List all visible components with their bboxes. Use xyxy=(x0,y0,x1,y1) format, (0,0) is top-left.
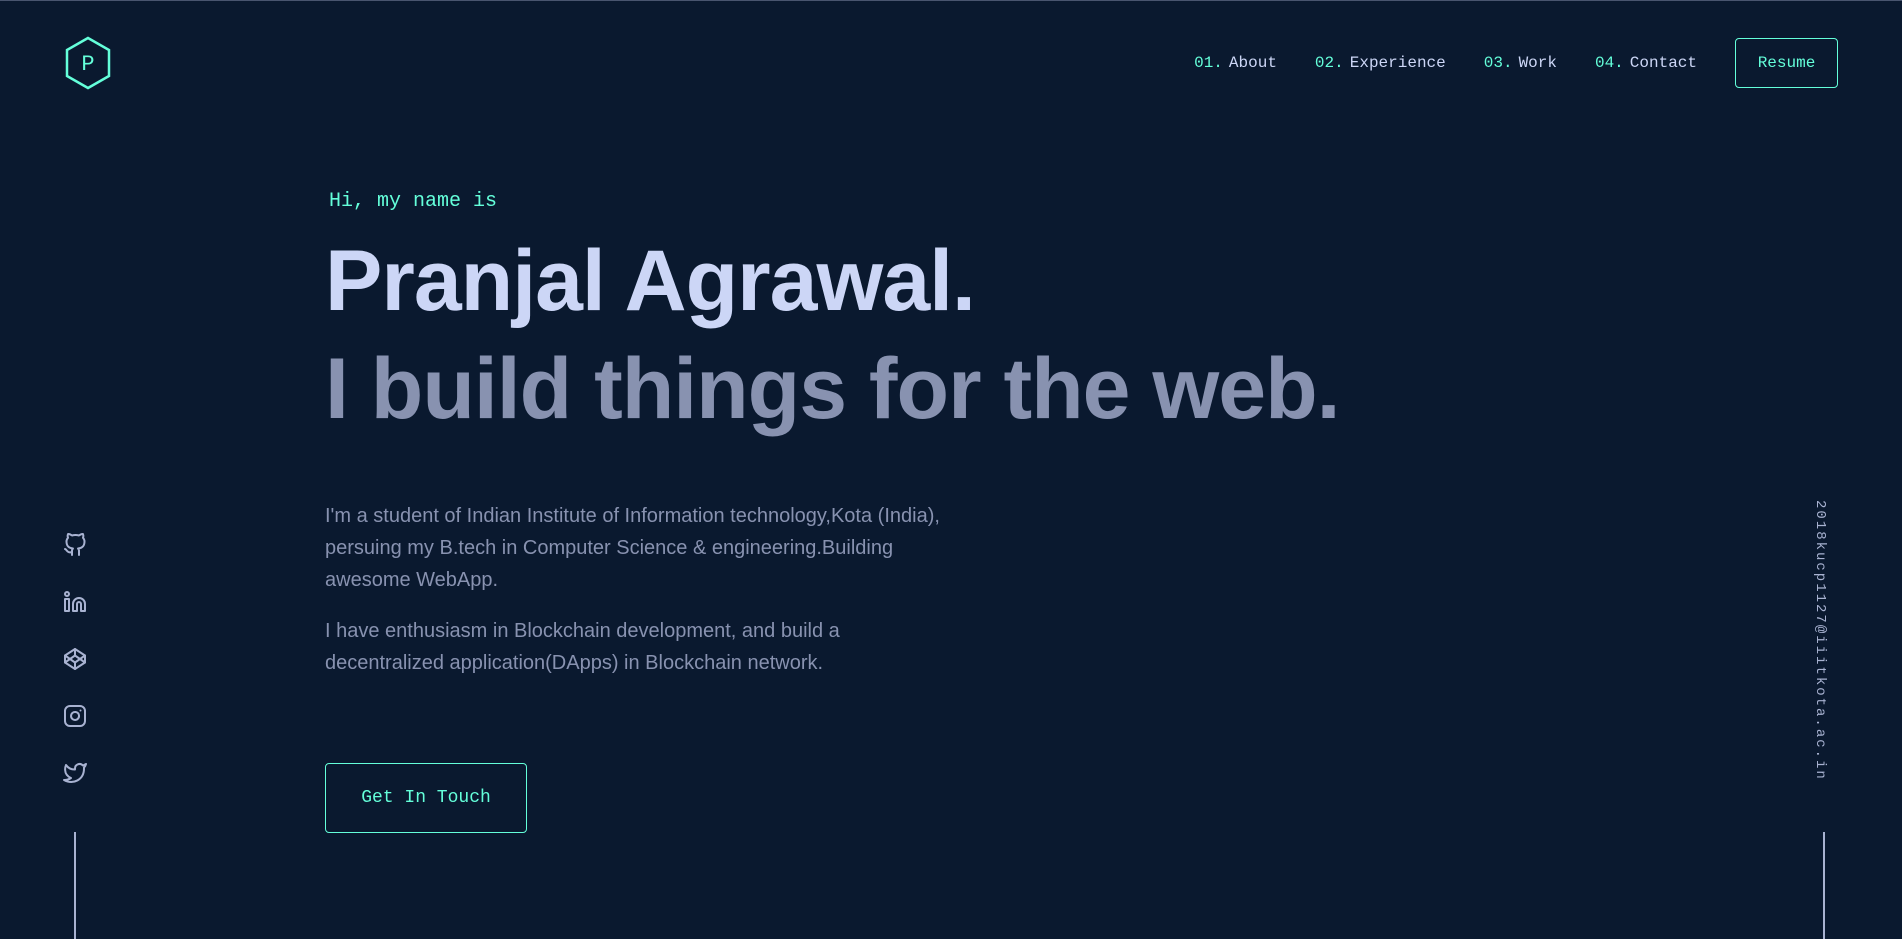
codepen-link[interactable] xyxy=(60,644,90,674)
nav-number: 01. xyxy=(1194,54,1223,72)
nav-label: Work xyxy=(1518,54,1557,72)
logo[interactable]: P xyxy=(64,36,112,90)
linkedin-icon xyxy=(64,591,86,612)
instagram-link[interactable] xyxy=(60,701,90,731)
nav-item-about[interactable]: 01. About xyxy=(1194,54,1277,72)
nav-label: Contact xyxy=(1629,54,1697,72)
hexagon-logo-icon: P xyxy=(65,36,111,90)
nav-number: 04. xyxy=(1594,54,1624,72)
twitter-icon xyxy=(63,763,87,783)
hero-bio: I'm a student of Indian Institute of Inf… xyxy=(325,500,945,698)
bio-paragraph: I have enthusiasm in Blockchain developm… xyxy=(325,620,840,674)
email-link[interactable]: 2018kucp1127@iiitkota.ac.in xyxy=(1812,500,1828,781)
instagram-icon xyxy=(64,705,86,727)
logo-letter: P xyxy=(81,52,94,77)
nav-item-work[interactable]: 03. Work xyxy=(1484,54,1557,72)
social-links xyxy=(60,530,90,815)
greeting: Hi, my name is xyxy=(329,190,498,213)
twitter-link[interactable] xyxy=(60,758,90,788)
top-border xyxy=(0,0,1902,1)
nav-item-contact[interactable]: 04. Contact xyxy=(1595,54,1697,72)
social-rail-line xyxy=(74,832,76,939)
nav-item-experience[interactable]: 02. Experience xyxy=(1315,54,1446,72)
github-link[interactable] xyxy=(60,530,90,560)
hero-name: Pranjal Agrawal. xyxy=(325,233,976,329)
nav-label: About xyxy=(1228,54,1277,72)
email-rail-line xyxy=(1823,832,1825,939)
nav-number: 03. xyxy=(1483,54,1513,72)
nav-number: 02. xyxy=(1314,54,1344,72)
get-in-touch-button[interactable]: Get In Touch xyxy=(325,763,527,833)
nav-label: Experience xyxy=(1349,54,1446,72)
hero-tagline: I build things for the web. xyxy=(325,341,1340,437)
bio-paragraph: I'm a student of Indian Institute of Inf… xyxy=(325,505,940,591)
resume-button[interactable]: Resume xyxy=(1735,38,1838,88)
codepen-icon xyxy=(64,648,86,670)
github-icon xyxy=(64,533,86,556)
linkedin-link[interactable] xyxy=(60,587,90,617)
main-nav: 01. About 02. Experience 03. Work 04. Contac… xyxy=(1194,38,1838,88)
